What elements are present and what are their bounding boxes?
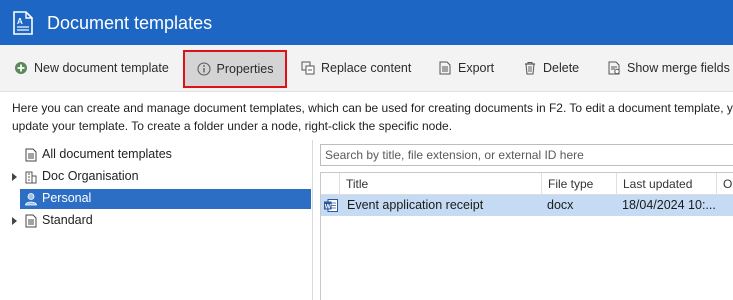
- cell-title: Event application receipt: [347, 198, 484, 212]
- window-title: Document templates: [47, 13, 213, 33]
- title-bar: A Document templates: [0, 0, 733, 45]
- new-document-template-label: New document template: [34, 61, 169, 75]
- cell-file-type: docx: [547, 198, 574, 212]
- export-icon: [439, 61, 451, 75]
- show-merge-fields-button[interactable]: Show merge fields: [607, 54, 730, 82]
- info-icon: [197, 62, 210, 76]
- properties-label: Properties: [216, 62, 274, 76]
- panel-splitter[interactable]: [312, 140, 313, 300]
- column-header-last-updated[interactable]: Last updated: [616, 173, 716, 195]
- replace-icon: [301, 61, 315, 75]
- tree-item-personal[interactable]: Personal: [20, 189, 311, 209]
- person-icon: [25, 193, 37, 206]
- toolbar: New document template Properties Replace…: [0, 45, 733, 92]
- column-header-file-type[interactable]: File type: [541, 173, 616, 195]
- tree-item-label: Doc Organisation: [42, 169, 139, 183]
- word-document-icon: W: [324, 199, 338, 212]
- description-text: Here you can create and manage document …: [12, 99, 733, 135]
- description-line-2: update your template. To create a folder…: [12, 119, 453, 133]
- expand-arrow-icon[interactable]: [12, 217, 17, 225]
- replace-content-button[interactable]: Replace content: [301, 54, 411, 82]
- svg-text:A: A: [17, 17, 23, 26]
- tree-item-doc-organisation[interactable]: Doc Organisation: [12, 167, 300, 187]
- tree-item-label: Standard: [42, 213, 93, 227]
- delete-button[interactable]: Delete: [523, 54, 579, 82]
- export-button[interactable]: Export: [438, 54, 494, 82]
- grid-header: Title File type Last updated Ou: [321, 173, 733, 195]
- export-label: Export: [458, 61, 495, 75]
- table-row[interactable]: W Event application receipt docx 18/04/2…: [321, 195, 733, 216]
- svg-text:W: W: [325, 203, 332, 210]
- tree-item-all-document-templates[interactable]: All document templates: [12, 145, 300, 165]
- trash-icon: [525, 62, 535, 75]
- document-template-icon: A: [13, 11, 33, 35]
- properties-button[interactable]: Properties: [183, 50, 287, 88]
- merge-fields-icon: [608, 61, 620, 75]
- column-header-title[interactable]: Title: [339, 173, 541, 195]
- column-header-owner[interactable]: Ou: [716, 173, 733, 195]
- description-line-1: Here you can create and manage document …: [12, 101, 733, 115]
- tree-item-label: All document templates: [42, 147, 172, 161]
- building-icon: [25, 171, 37, 184]
- tree-item-label: Personal: [42, 191, 92, 205]
- tree-item-standard[interactable]: Standard: [12, 211, 300, 231]
- document-list-icon: [25, 148, 37, 162]
- cell-last-updated: 18/04/2024 10:...: [622, 198, 716, 212]
- plus-circle-icon: [15, 62, 27, 74]
- search-input[interactable]: [321, 145, 733, 165]
- document-icon: [25, 214, 37, 228]
- search-box: [320, 144, 733, 166]
- templates-grid: Title File type Last updated Ou W Event …: [320, 172, 733, 300]
- replace-content-label: Replace content: [321, 61, 412, 75]
- delete-label: Delete: [543, 61, 580, 75]
- expand-arrow-icon[interactable]: [12, 173, 17, 181]
- show-merge-fields-label: Show merge fields: [627, 61, 730, 75]
- new-document-template-button[interactable]: New document template: [14, 54, 169, 82]
